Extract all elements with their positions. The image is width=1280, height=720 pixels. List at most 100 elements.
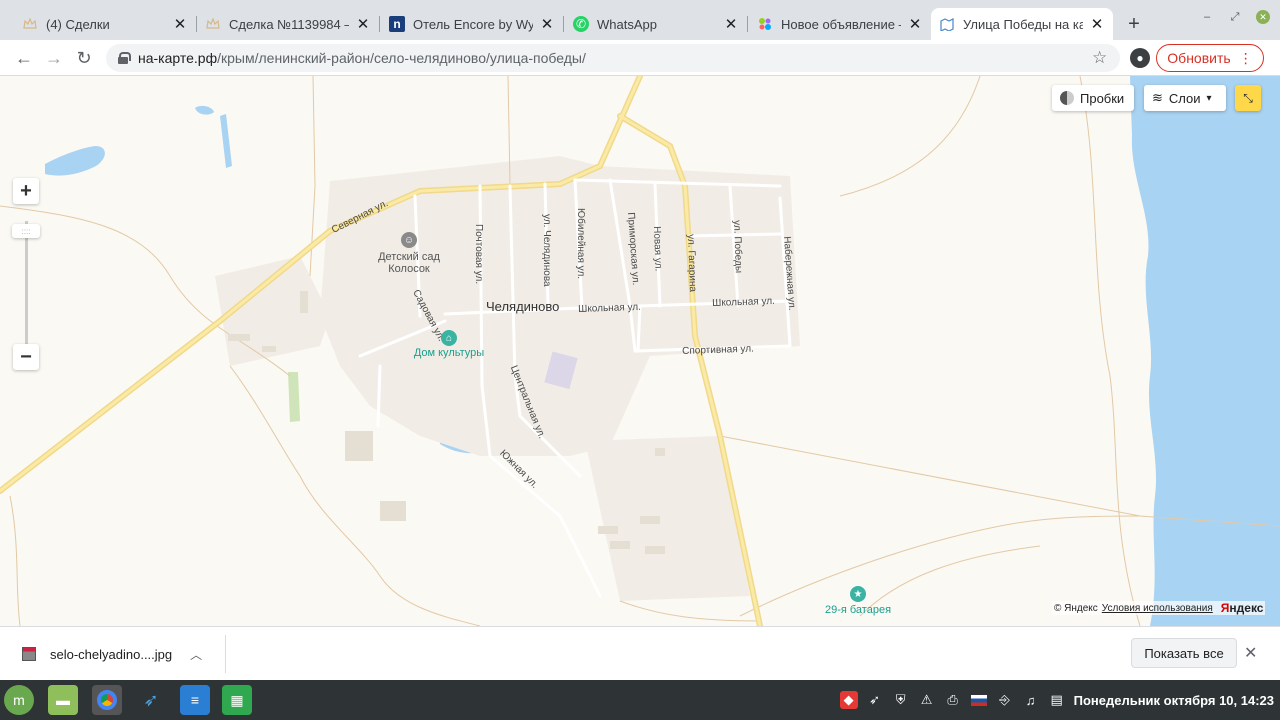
zoom-out-button[interactable]: − [13, 344, 39, 370]
building [640, 516, 660, 524]
zoom-track[interactable] [25, 221, 28, 346]
building [228, 334, 250, 341]
maximize-icon[interactable]: ⤢ [1228, 10, 1242, 24]
tab-strip: (4) Сделки ✕ Сделка №1139984 — ✕ n Отель… [0, 0, 1280, 40]
tab-avito[interactable]: Новое объявление — ✕ [749, 8, 931, 40]
os-taskbar: m ▬ ➶ ≡ ▦ ◆ ➶ ⛨ ⚠ ⎙ ⎆ ♫ ▤ Понедельник ок… [0, 680, 1280, 720]
update-label: Обновить [1167, 50, 1231, 66]
tab-whatsapp[interactable]: ✆ WhatsApp ✕ [565, 8, 748, 40]
forward-button[interactable]: → [42, 46, 66, 70]
chevron-down-icon: ▾ [1206, 92, 1212, 104]
close-icon[interactable]: ✕ [172, 16, 188, 33]
shield-icon[interactable]: ⛨ [892, 691, 910, 709]
lake [45, 146, 105, 176]
chrome-icon[interactable] [92, 685, 122, 715]
terms-link[interactable]: Условия использования [1102, 603, 1213, 614]
chevron-up-icon[interactable]: ︿ [190, 646, 202, 663]
memorial-star-icon[interactable]: ★ [850, 586, 866, 602]
street-label: Новая ул. [651, 226, 664, 272]
messenger-tray-icon[interactable]: ➶ [866, 691, 884, 709]
collapse-icon: ⤡ [1243, 90, 1253, 105]
tab-title: Сделка №1139984 — [229, 16, 349, 32]
tab-title: Улица Победы на кар [963, 16, 1083, 32]
building [380, 501, 406, 521]
copyright-text: © Яндекс [1054, 602, 1098, 614]
crown-icon [205, 16, 221, 32]
writer-icon[interactable]: ≡ [180, 685, 210, 715]
street-label: Почтовая ул. [473, 224, 484, 285]
boundary-line [9, 495, 21, 626]
street-label: Школьная ул. [578, 301, 642, 315]
tab-title: (4) Сделки [46, 16, 110, 32]
window-controls: – ⤢ ✕ [1200, 10, 1270, 24]
close-download-bar-icon[interactable]: ✕ [1244, 643, 1257, 663]
printer-icon[interactable]: ⎙ [944, 691, 962, 709]
culture-house-icon[interactable]: ⌂ [441, 330, 457, 346]
kindergarten-label: Детский сад Колосок [370, 251, 448, 275]
spreadsheet-icon[interactable]: ▦ [222, 685, 252, 715]
new-tab-button[interactable]: + [1122, 12, 1146, 36]
battery-label: 29-я батарея [824, 604, 892, 616]
layers-label: Слои [1168, 90, 1201, 106]
crown-icon [22, 16, 38, 32]
tab-title: WhatsApp [597, 16, 657, 32]
collapse-fullscreen-button[interactable]: ⤡ [1235, 85, 1261, 111]
anydesk-icon[interactable]: ◆ [839, 691, 858, 709]
russian-flag-icon[interactable] [970, 691, 988, 709]
close-icon[interactable]: ✕ [539, 16, 555, 33]
browser-toolbar: ← → ↻ на-карте.рф/крым/ленинский-район/с… [0, 40, 1280, 76]
zoom-slider-handle[interactable]: :::: [12, 224, 40, 238]
lake [220, 114, 232, 168]
tab-deal-detail[interactable]: Сделка №1139984 — ✕ [197, 8, 380, 40]
bookmark-star-icon[interactable]: ☆ [1092, 48, 1107, 68]
culture-house-label: Дом культуры [413, 347, 485, 359]
n-logo-icon: n [389, 16, 405, 32]
traffic-button[interactable]: Пробки [1052, 85, 1134, 111]
back-button[interactable]: ← [12, 46, 36, 70]
boundary-line [1079, 76, 1141, 626]
yandex-logo-rest: ндекс [1229, 601, 1264, 615]
layers-button[interactable]: ≋ Слои ▾ [1144, 85, 1226, 111]
close-icon[interactable]: ✕ [723, 16, 739, 33]
close-icon[interactable]: ✕ [1089, 16, 1105, 33]
tab-separator [747, 16, 748, 32]
map-canvas[interactable]: Северная ул. Почтовая ул. ул. Челядинова… [0, 76, 1280, 626]
tab-map-active[interactable]: Улица Победы на кар ✕ [931, 8, 1113, 40]
minimize-icon[interactable]: – [1200, 10, 1214, 24]
clock[interactable]: Понедельник октября 10, 14:23 [1074, 693, 1274, 708]
boundary-line [839, 76, 981, 197]
window-close-icon[interactable]: ✕ [1256, 10, 1270, 24]
music-note-icon[interactable]: ♫ [1022, 691, 1040, 709]
kindergarten-icon[interactable]: ☺ [401, 232, 417, 248]
tab-title: Новое объявление — [781, 16, 901, 32]
zoom-in-button[interactable]: + [13, 178, 39, 204]
close-icon[interactable]: ✕ [355, 16, 371, 33]
clipboard-icon[interactable]: ▤ [1048, 691, 1066, 709]
street-label: ул. Гагарина [685, 234, 699, 293]
download-item[interactable]: selo-chelyadino....jpg ︿ [12, 635, 226, 673]
building [300, 291, 308, 313]
building [610, 541, 630, 549]
tab-hotel[interactable]: n Отель Encore by Wynd ✕ [381, 8, 564, 40]
reload-button[interactable]: ↻ [72, 46, 96, 70]
messenger-icon[interactable]: ➶ [136, 685, 166, 715]
download-file-name: selo-chelyadino....jpg [50, 646, 173, 662]
profile-avatar-icon[interactable]: ● [1130, 48, 1150, 68]
kindergarten-label-line2: Колосок [388, 263, 430, 275]
street-label: Школьная ул. [712, 295, 776, 309]
kindergarten-label-line1: Детский сад [378, 251, 440, 263]
street-label: Юбилейная ул. [575, 208, 586, 280]
update-button[interactable]: Обновить ⋮ [1156, 44, 1264, 72]
tab-deals[interactable]: (4) Сделки ✕ [14, 8, 197, 40]
park [288, 372, 300, 422]
sea-area [1130, 76, 1280, 626]
show-all-downloads-button[interactable]: Показать все [1131, 638, 1237, 668]
warning-icon[interactable]: ⚠ [918, 691, 936, 709]
file-manager-icon[interactable]: ▬ [48, 685, 78, 715]
network-icon[interactable]: ⎆ [996, 691, 1014, 709]
tab-separator [379, 16, 380, 32]
mint-menu-icon[interactable]: m [4, 685, 34, 715]
address-bar[interactable]: на-карте.рф/крым/ленинский-район/село-че… [106, 44, 1120, 72]
close-icon[interactable]: ✕ [907, 16, 923, 33]
url-host: на-карте.рф [138, 50, 218, 66]
